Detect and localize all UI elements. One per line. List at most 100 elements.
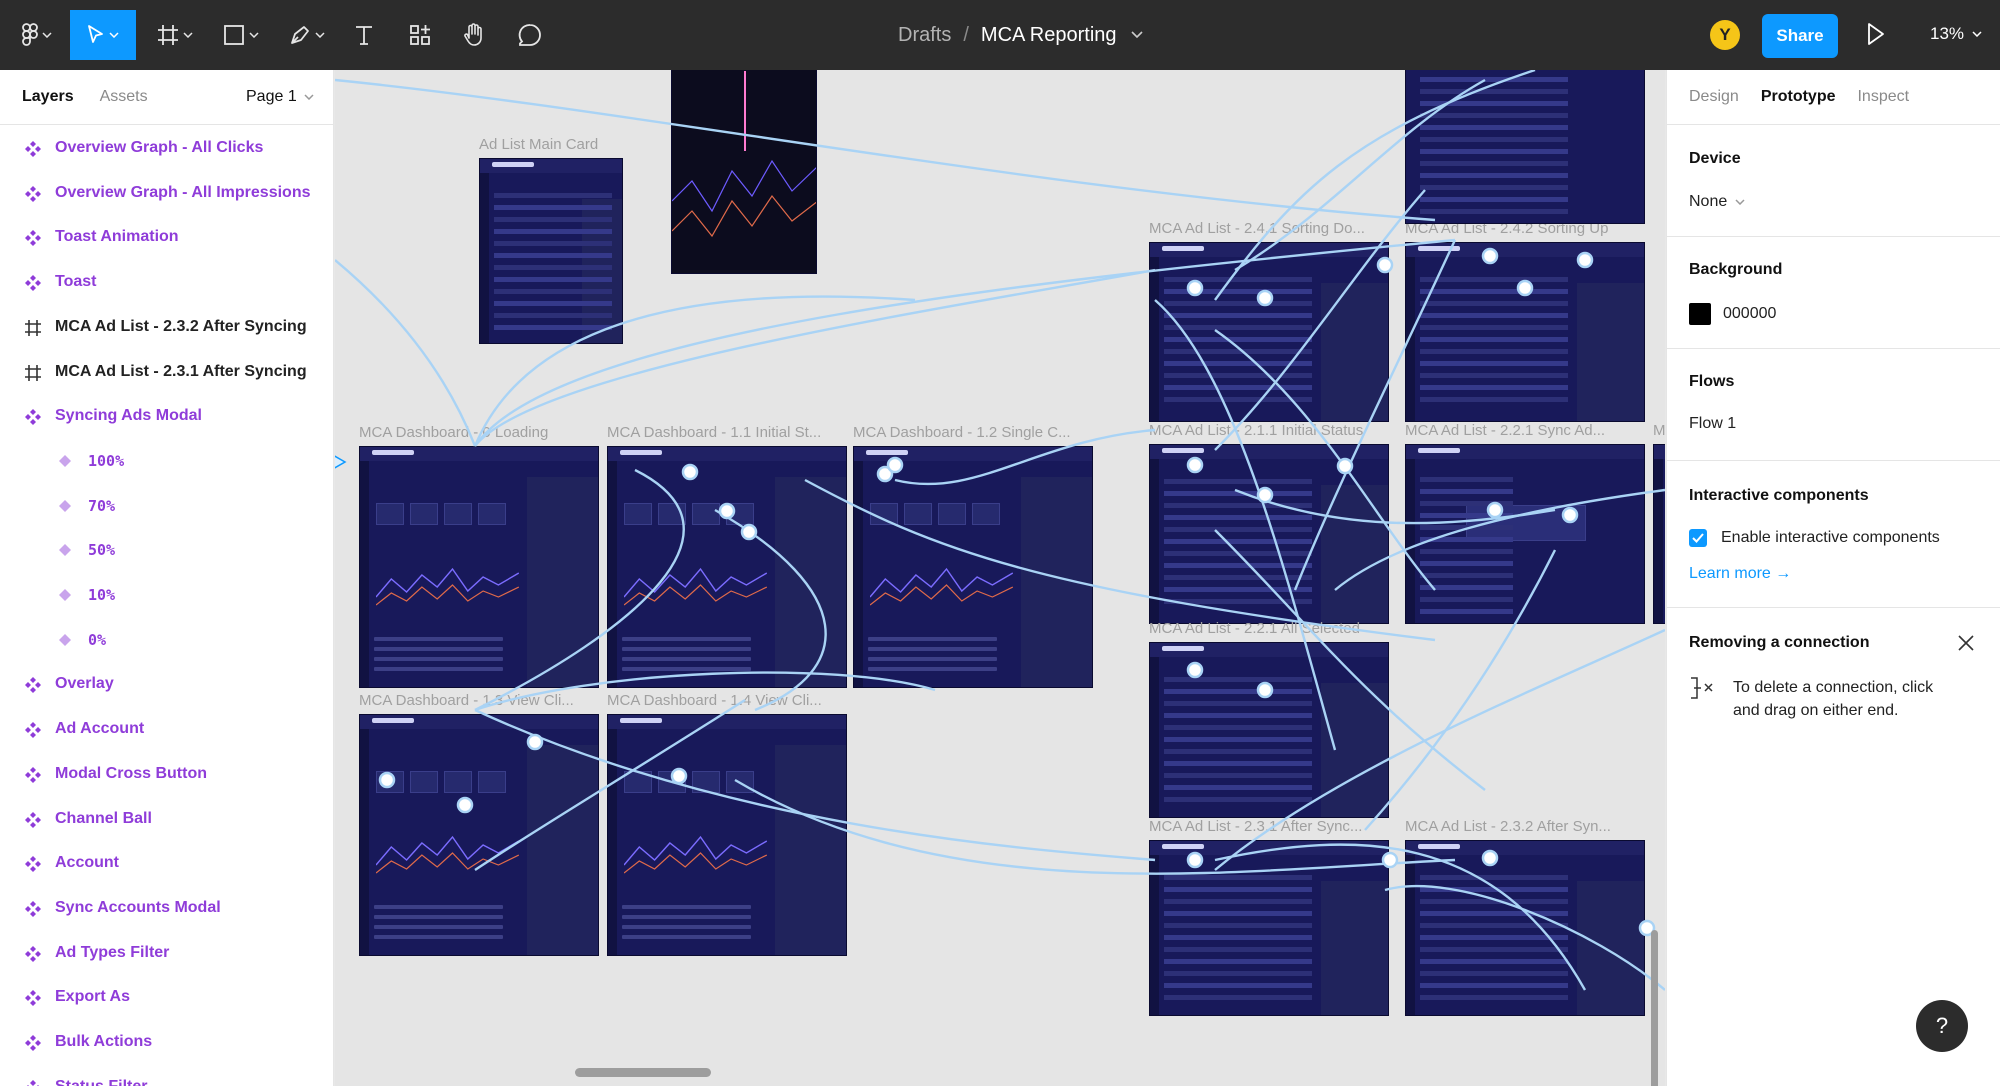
checkbox-checked-icon[interactable] bbox=[1689, 529, 1707, 547]
layer-item[interactable]: Sync Accounts Modal bbox=[0, 888, 333, 928]
close-icon[interactable] bbox=[1957, 634, 1975, 652]
user-avatar[interactable]: Y bbox=[1710, 20, 1740, 50]
shape-tool-button[interactable] bbox=[214, 10, 268, 60]
layer-item[interactable]: Overlay bbox=[0, 664, 333, 704]
layer-item[interactable]: 100% bbox=[0, 441, 333, 481]
connection-handle[interactable] bbox=[1186, 661, 1204, 679]
layer-item[interactable]: Account bbox=[0, 843, 333, 883]
connection-handle[interactable] bbox=[456, 796, 474, 814]
connection-handle[interactable] bbox=[1256, 289, 1274, 307]
connection-handle[interactable] bbox=[670, 767, 688, 785]
learn-more-link[interactable]: Learn more → bbox=[1689, 565, 1791, 583]
interactive-checkbox-row[interactable]: Enable interactive components bbox=[1689, 529, 1940, 547]
layer-item[interactable]: 0% bbox=[0, 620, 333, 660]
connection-handle[interactable] bbox=[1376, 256, 1394, 274]
connection-handle[interactable] bbox=[740, 523, 758, 541]
present-button[interactable] bbox=[1866, 22, 1886, 51]
background-fill[interactable]: 000000 bbox=[1689, 303, 1776, 325]
layer-item[interactable]: Ad Account bbox=[0, 709, 333, 749]
help-button[interactable]: ? bbox=[1916, 1000, 1968, 1052]
tab-design[interactable]: Design bbox=[1689, 88, 1739, 106]
connection-handle[interactable] bbox=[1486, 501, 1504, 519]
connection-line[interactable] bbox=[474, 238, 1456, 447]
tab-assets[interactable]: Assets bbox=[100, 88, 148, 106]
resources-button[interactable] bbox=[404, 10, 436, 60]
page-selector[interactable]: Page 1 bbox=[246, 88, 314, 106]
connection-line[interactable] bbox=[1384, 884, 1665, 991]
layer-item[interactable]: Toast Animation bbox=[0, 217, 333, 257]
connection-line[interactable] bbox=[335, 259, 477, 447]
connection-line[interactable] bbox=[335, 78, 1436, 222]
flow-item[interactable]: Flow 1 bbox=[1689, 415, 1736, 433]
flow-start-icon[interactable] bbox=[335, 454, 347, 470]
connection-line[interactable] bbox=[1214, 529, 1486, 791]
connection-line[interactable] bbox=[474, 708, 1156, 862]
layer-item[interactable]: Overview Graph - All Clicks bbox=[0, 128, 333, 168]
comment-tool-button[interactable] bbox=[514, 10, 546, 60]
connection-line[interactable] bbox=[1214, 70, 1536, 301]
main-menu-button[interactable] bbox=[14, 10, 60, 60]
connection-handle[interactable] bbox=[1186, 456, 1204, 474]
layer-item[interactable]: Syncing Ads Modal bbox=[0, 396, 333, 436]
connection-handle[interactable] bbox=[681, 463, 699, 481]
canvas[interactable]: Ad List Main Card MCA Dashboard - 0 Loadi… bbox=[335, 70, 1665, 1086]
layer-item[interactable]: 10% bbox=[0, 575, 333, 615]
horizontal-scrollbar[interactable] bbox=[575, 1068, 711, 1077]
connection-handle[interactable] bbox=[1516, 279, 1534, 297]
layer-item[interactable]: MCA Ad List - 2.3.1 After Syncing bbox=[0, 352, 333, 392]
connection-handle[interactable] bbox=[886, 456, 904, 474]
layer-item[interactable]: 50% bbox=[0, 530, 333, 570]
connection-handle[interactable] bbox=[378, 771, 396, 789]
connection-line[interactable] bbox=[734, 778, 1456, 875]
file-name[interactable]: MCA Reporting bbox=[981, 24, 1117, 47]
connection-line[interactable] bbox=[1214, 628, 1665, 871]
tab-layers[interactable]: Layers bbox=[22, 88, 74, 106]
tab-inspect[interactable]: Inspect bbox=[1857, 88, 1909, 106]
connection-line[interactable] bbox=[1214, 189, 1426, 451]
connection-handle[interactable] bbox=[718, 502, 736, 520]
vertical-scrollbar[interactable] bbox=[1651, 930, 1658, 1086]
device-select[interactable]: None bbox=[1689, 193, 1745, 211]
move-tool-button[interactable] bbox=[70, 10, 136, 60]
connection-line[interactable] bbox=[714, 508, 827, 712]
connection-line[interactable] bbox=[1154, 299, 1337, 751]
tab-prototype[interactable]: Prototype bbox=[1761, 88, 1836, 106]
layer-item[interactable]: Toast bbox=[0, 262, 333, 302]
frame-tool-button[interactable] bbox=[148, 10, 202, 60]
connection-line[interactable] bbox=[474, 671, 936, 712]
layer-item[interactable]: Overview Graph - All Impressions bbox=[0, 173, 333, 213]
connection-handle[interactable] bbox=[1336, 457, 1354, 475]
connection-line[interactable] bbox=[1293, 239, 1457, 591]
connection-handle[interactable] bbox=[1481, 247, 1499, 265]
hand-tool-button[interactable] bbox=[458, 10, 490, 60]
connection-handle[interactable] bbox=[526, 733, 544, 751]
zoom-menu[interactable]: 13% bbox=[1930, 24, 1982, 44]
layer-item[interactable]: Export As bbox=[0, 977, 333, 1017]
layer-item[interactable]: Ad Types Filter bbox=[0, 933, 333, 973]
connection-line[interactable] bbox=[804, 478, 1436, 642]
connection-line[interactable] bbox=[473, 295, 916, 447]
connection-handle[interactable] bbox=[1186, 279, 1204, 297]
connection-handle[interactable] bbox=[1381, 851, 1399, 869]
connection-handle[interactable] bbox=[1561, 506, 1579, 524]
background-value[interactable]: 000000 bbox=[1723, 305, 1776, 323]
layer-item[interactable]: Modal Cross Button bbox=[0, 754, 333, 794]
connection-handle[interactable] bbox=[1186, 851, 1204, 869]
background-swatch[interactable] bbox=[1689, 303, 1711, 325]
connection-line[interactable] bbox=[474, 698, 746, 871]
connection-handle[interactable] bbox=[1481, 849, 1499, 867]
layer-item[interactable]: Status Filter bbox=[0, 1067, 333, 1086]
connection-line[interactable] bbox=[894, 428, 1156, 486]
layer-item[interactable]: Channel Ball bbox=[0, 799, 333, 839]
connection-line[interactable] bbox=[474, 468, 685, 712]
connection-handle[interactable] bbox=[1256, 486, 1274, 504]
connection-handle[interactable] bbox=[1256, 681, 1274, 699]
connection-line[interactable] bbox=[1364, 549, 1557, 831]
chevron-down-icon[interactable] bbox=[1130, 31, 1143, 39]
connection-handle[interactable] bbox=[1576, 251, 1594, 269]
text-tool-button[interactable] bbox=[348, 10, 380, 60]
breadcrumb-project[interactable]: Drafts bbox=[898, 24, 951, 47]
layer-item[interactable]: Bulk Actions bbox=[0, 1022, 333, 1062]
share-button[interactable]: Share bbox=[1762, 14, 1838, 58]
pen-tool-button[interactable] bbox=[280, 10, 334, 60]
